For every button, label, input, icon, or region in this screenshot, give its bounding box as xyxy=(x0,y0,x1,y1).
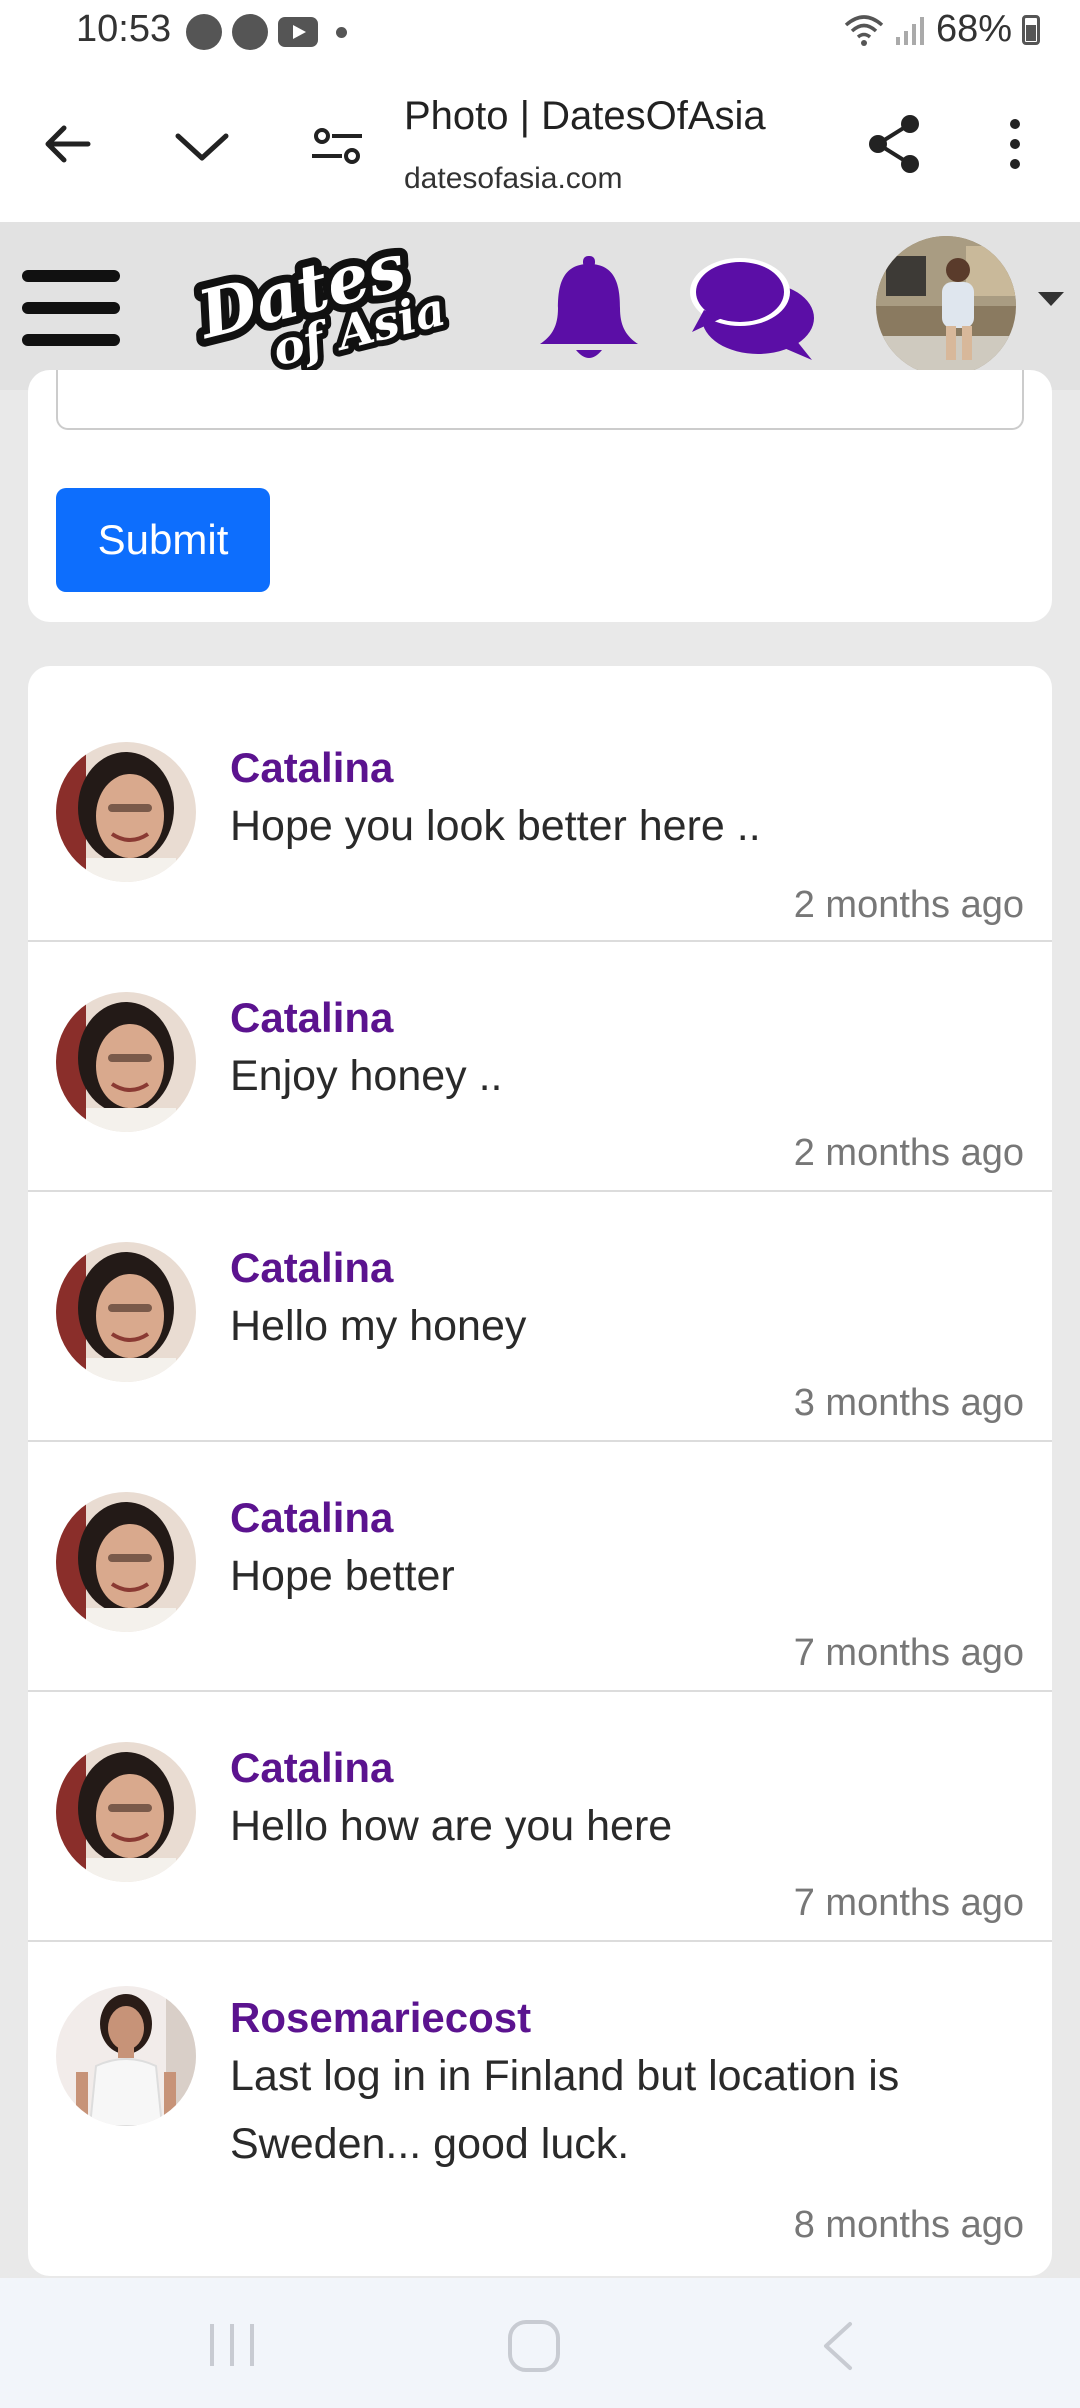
comments-card: Catalina Hope you look better here .. 2 … xyxy=(28,666,1052,2276)
comment-item: Catalina Hope better 7 months ago xyxy=(28,1442,1052,1692)
page-title[interactable]: Photo | DatesOfAsia xyxy=(404,94,766,139)
recent-apps-icon[interactable] xyxy=(206,2320,258,2370)
signal-icon xyxy=(895,16,924,45)
commenter-avatar[interactable] xyxy=(56,992,196,1132)
comment-item: Catalina Hope you look better here .. 2 … xyxy=(28,666,1052,942)
system-nav-bar xyxy=(0,2278,1080,2408)
comment-time: 7 months ago xyxy=(793,1632,1024,1674)
menu-icon[interactable] xyxy=(22,264,120,354)
home-icon xyxy=(232,14,268,50)
comment-form-card: Submit xyxy=(28,370,1052,622)
status-time: 10:53 xyxy=(76,8,172,50)
battery-percent: 68% xyxy=(935,8,1012,50)
browser-toolbar: Photo | DatesOfAsia datesofasia.com xyxy=(0,66,1080,222)
caret-down-icon[interactable] xyxy=(1038,292,1064,306)
battery-icon xyxy=(1022,14,1040,45)
comment-time: 8 months ago xyxy=(793,2204,1024,2246)
back-arrow-icon[interactable] xyxy=(40,116,96,172)
comment-item: Catalina Hello how are you here 7 months… xyxy=(28,1692,1052,1942)
comment-text: Hello my honey xyxy=(230,1302,527,1350)
chevron-down-icon[interactable] xyxy=(172,118,232,174)
commenter-avatar[interactable] xyxy=(56,1742,196,1882)
chat-icon[interactable] xyxy=(688,252,822,362)
commenter-avatar[interactable] xyxy=(56,1986,196,2126)
url-domain[interactable]: datesofasia.com xyxy=(404,162,622,196)
avatar-photo xyxy=(56,1742,196,1882)
notification-icons xyxy=(186,14,347,50)
commenter-name[interactable]: Rosemariecost xyxy=(230,1994,531,2042)
avatar-photo xyxy=(56,1492,196,1632)
system-icons: 68% xyxy=(844,8,1040,51)
commenter-avatar[interactable] xyxy=(56,1492,196,1632)
comment-item: Rosemariecost Last log in in Finland but… xyxy=(28,1942,1052,2276)
tune-icon[interactable] xyxy=(308,118,366,174)
status-bar: 10:53 68% xyxy=(0,0,1080,66)
comment-text: Hope better xyxy=(230,1552,455,1600)
avatar-photo xyxy=(56,1986,196,2126)
share-icon[interactable] xyxy=(864,112,924,176)
wifi-icon xyxy=(844,14,884,46)
user-avatar[interactable] xyxy=(876,236,1016,376)
avatar-photo xyxy=(56,992,196,1132)
home-button-icon[interactable] xyxy=(506,2318,562,2374)
comment-time: 7 months ago xyxy=(793,1882,1024,1924)
bell-icon[interactable] xyxy=(536,256,642,366)
avatar-photo xyxy=(876,236,1016,376)
commenter-name[interactable]: Catalina xyxy=(230,744,393,792)
comment-text: Hope you look better here .. xyxy=(230,802,761,850)
youtube-icon xyxy=(278,17,318,47)
commenter-name[interactable]: Catalina xyxy=(230,1494,393,1542)
comment-time: 3 months ago xyxy=(793,1382,1024,1424)
comment-textarea[interactable] xyxy=(56,370,1024,430)
comment-time: 2 months ago xyxy=(793,884,1024,926)
site-header: Dates of Asia xyxy=(0,222,1080,390)
submit-button[interactable]: Submit xyxy=(56,488,270,592)
commenter-name[interactable]: Catalina xyxy=(230,1244,393,1292)
site-logo[interactable]: Dates of Asia xyxy=(156,232,466,380)
commenter-avatar[interactable] xyxy=(56,742,196,882)
commenter-avatar[interactable] xyxy=(56,1242,196,1382)
commenter-name[interactable]: Catalina xyxy=(230,1744,393,1792)
dot-icon xyxy=(336,26,347,38)
avatar-photo xyxy=(56,1242,196,1382)
comment-item: Catalina Enjoy honey .. 2 months ago xyxy=(28,942,1052,1192)
home-icon xyxy=(186,14,222,50)
more-vert-icon[interactable] xyxy=(1000,116,1030,172)
comment-text: Enjoy honey .. xyxy=(230,1052,503,1100)
comment-time: 2 months ago xyxy=(793,1132,1024,1174)
back-nav-icon[interactable] xyxy=(818,2318,858,2374)
commenter-name[interactable]: Catalina xyxy=(230,994,393,1042)
comment-item: Catalina Hello my honey 3 months ago xyxy=(28,1192,1052,1442)
avatar-photo xyxy=(56,742,196,882)
comment-text: Hello how are you here xyxy=(230,1802,673,1850)
comment-text: Last log in in Finland but location is S… xyxy=(230,2052,900,2168)
